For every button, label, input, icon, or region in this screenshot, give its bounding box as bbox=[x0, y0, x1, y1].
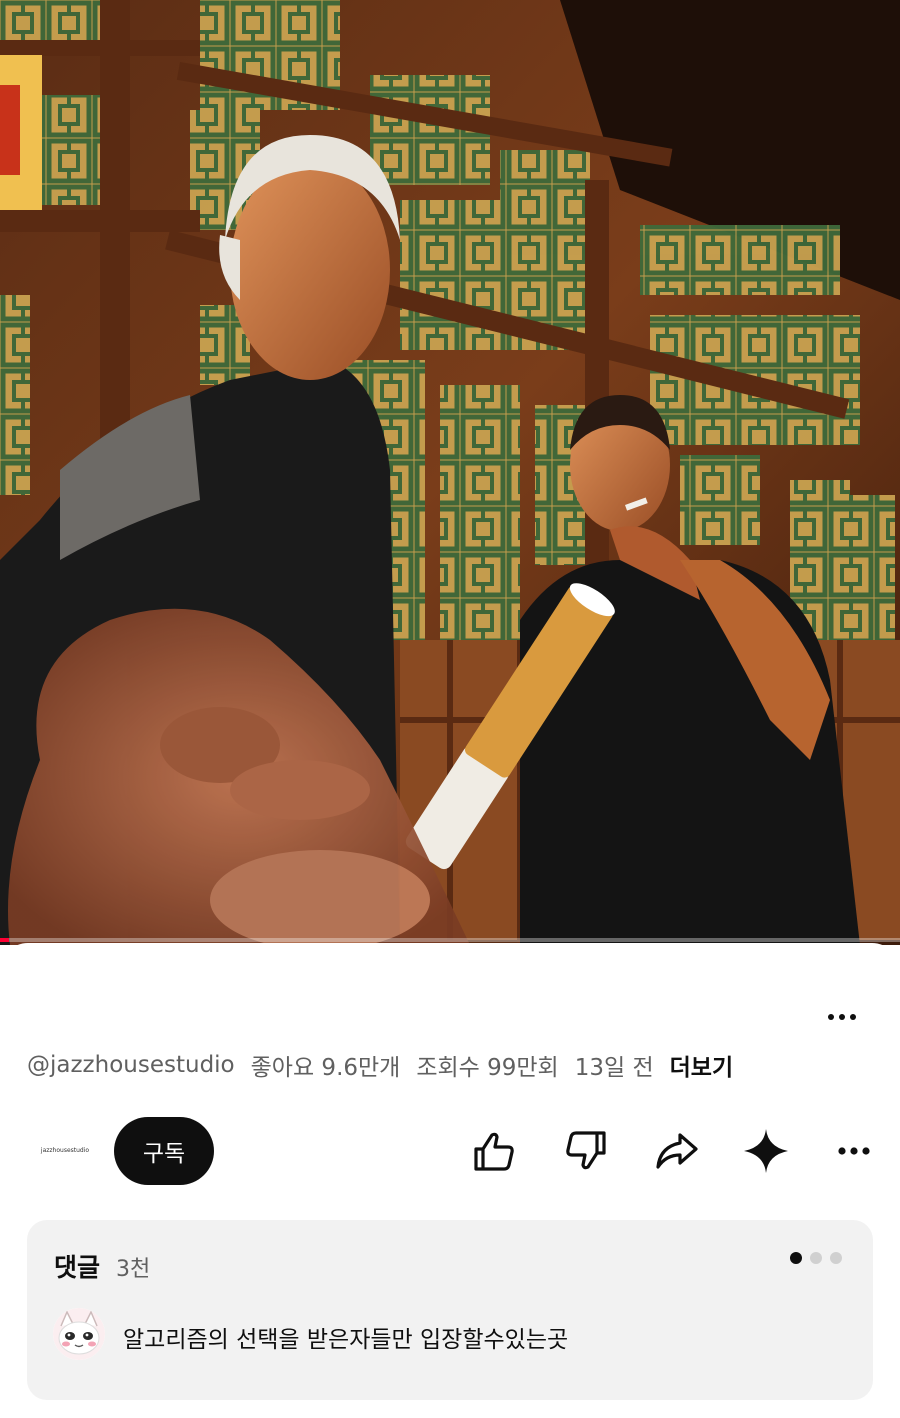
comments-count: 3천 bbox=[116, 1257, 151, 1282]
like-count: 좋아요 9.6만개 bbox=[250, 1055, 401, 1081]
video-progress-fill bbox=[0, 938, 9, 942]
channel-logo-text: jazzhousestudio bbox=[40, 1147, 90, 1154]
comments-title: 댓글 bbox=[54, 1253, 101, 1282]
pager-dot bbox=[830, 1252, 842, 1264]
more-icon-dot bbox=[850, 1014, 856, 1020]
view-count: 조회수 99만회 bbox=[416, 1055, 559, 1081]
like-icon bbox=[474, 1132, 514, 1171]
like-button[interactable] bbox=[470, 1127, 518, 1175]
more-icon-dot bbox=[828, 1014, 834, 1020]
pager-dot bbox=[810, 1252, 822, 1264]
channel-avatar[interactable]: jazzhousestudio bbox=[30, 1137, 100, 1165]
dislike-icon bbox=[566, 1131, 606, 1170]
share-icon bbox=[656, 1133, 698, 1169]
comments-pager bbox=[790, 1252, 842, 1264]
action-row: jazzhousestudio 구독 bbox=[0, 1115, 900, 1187]
comments-panel[interactable]: 댓글 3천 알고리즘의 선택을 받은자들만 입장할수있는곳 bbox=[27, 1220, 873, 1400]
more-icon bbox=[838, 1147, 870, 1155]
more-actions-button[interactable] bbox=[832, 1127, 880, 1175]
subscribe-button[interactable]: 구독 bbox=[114, 1117, 214, 1185]
channel-handle[interactable]: @jazzhousestudio bbox=[27, 1052, 235, 1078]
pager-dot bbox=[790, 1252, 802, 1264]
more-options-button[interactable] bbox=[828, 1007, 856, 1027]
show-more-link[interactable]: 더보기 bbox=[670, 1048, 733, 1082]
share-button[interactable] bbox=[652, 1127, 700, 1175]
video-info-sheet: @jazzhousestudio 좋아요 9.6만개 조회수 99만회 13일 … bbox=[0, 943, 900, 1418]
cat-avatar-icon bbox=[53, 1308, 105, 1360]
commenter-avatar[interactable] bbox=[53, 1308, 105, 1360]
video-player[interactable] bbox=[0, 0, 900, 945]
video-meta-row: @jazzhousestudio 좋아요 9.6만개 조회수 99만회 13일 … bbox=[27, 1048, 880, 1082]
video-progress-bar[interactable] bbox=[0, 938, 900, 942]
dislike-button[interactable] bbox=[562, 1127, 610, 1175]
top-comment-text: 알고리즘의 선택을 받은자들만 입장할수있는곳 bbox=[123, 1327, 569, 1353]
remix-icon bbox=[744, 1129, 788, 1173]
video-frame-illustration bbox=[0, 0, 900, 945]
upload-age: 13일 전 bbox=[574, 1055, 654, 1081]
remix-button[interactable] bbox=[742, 1127, 790, 1175]
more-icon-dot bbox=[839, 1014, 845, 1020]
